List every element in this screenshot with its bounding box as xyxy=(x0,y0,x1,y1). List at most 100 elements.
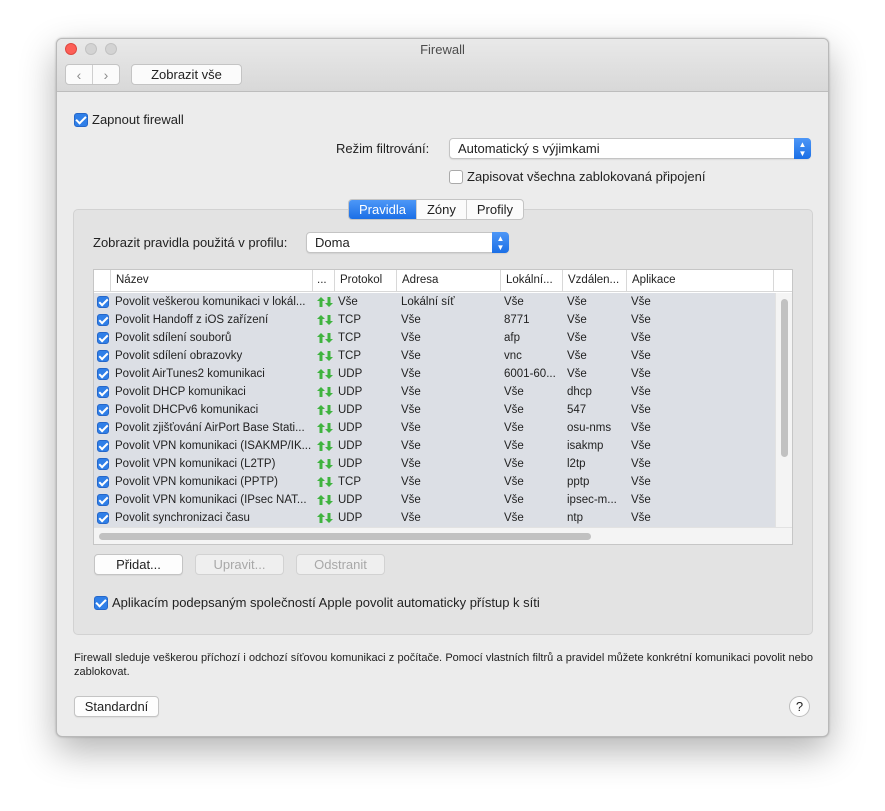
filter-mode-popup[interactable]: Automatický s výjimkami ▲ ▼ xyxy=(449,138,811,159)
enable-firewall-checkbox[interactable] xyxy=(74,113,88,127)
apple-signed-checkbox[interactable] xyxy=(94,596,108,610)
vertical-scrollbar[interactable] xyxy=(775,293,792,529)
rules-table: Název ... Protokol Adresa Lokální... Vzd… xyxy=(93,269,793,545)
show-all-button[interactable]: Zobrazit vše xyxy=(131,64,242,85)
log-blocked-checkbox[interactable] xyxy=(449,170,463,184)
rule-enabled-checkbox[interactable] xyxy=(97,314,109,326)
back-button[interactable]: ‹ xyxy=(66,65,93,84)
table-row[interactable]: Povolit Handoff z iOS zařízení TCP Vše 8771… xyxy=(94,311,776,329)
bidirectional-arrows-icon xyxy=(317,494,333,506)
table-row[interactable]: Povolit VPN komunikaci (PPTP) TCP Vše Vše pp… xyxy=(94,473,776,491)
filter-mode-value: Automatický s výjimkami xyxy=(458,141,600,156)
table-row[interactable]: Povolit synchronizaci času UDP Vše Vše ntp Vš… xyxy=(94,509,776,527)
rule-enabled-checkbox[interactable] xyxy=(97,332,109,344)
tab-rules[interactable]: Pravidla xyxy=(349,200,417,219)
column-header-application[interactable]: Aplikace xyxy=(626,270,773,292)
table-row[interactable]: Povolit VPN komunikaci (L2TP) UDP Vše Vše l2… xyxy=(94,455,776,473)
bidirectional-arrows-icon xyxy=(317,314,333,326)
cell-local: Vše xyxy=(504,422,524,434)
rule-enabled-checkbox[interactable] xyxy=(97,476,109,488)
cell-name: Povolit DHCP komunikaci xyxy=(115,386,246,398)
rule-enabled-checkbox[interactable] xyxy=(97,494,109,506)
table-header: Název ... Protokol Adresa Lokální... Vzd… xyxy=(94,270,792,292)
help-button[interactable]: ? xyxy=(789,696,810,717)
cell-local: Vše xyxy=(504,440,524,452)
cell-app: Vše xyxy=(631,350,651,362)
cell-name: Povolit DHCPv6 komunikaci xyxy=(115,404,259,416)
defaults-button[interactable]: Standardní xyxy=(74,696,159,717)
cell-remote: ntp xyxy=(567,512,583,524)
edit-rule-button[interactable]: Upravit... xyxy=(195,554,284,575)
cell-app: Vše xyxy=(631,368,651,380)
cell-name: Povolit zjišťování AirPort Base Stati... xyxy=(115,422,305,434)
column-header-address[interactable]: Adresa xyxy=(396,270,500,292)
log-blocked-label: Zapisovat všechna zablokovaná připojení xyxy=(467,169,706,184)
rule-enabled-checkbox[interactable] xyxy=(97,404,109,416)
cell-remote: dhcp xyxy=(567,386,592,398)
column-header-direction[interactable]: ... xyxy=(312,270,334,292)
cell-name: Povolit VPN komunikaci (IPsec NAT... xyxy=(115,494,307,506)
table-row[interactable]: Povolit zjišťování AirPort Base Stati...… xyxy=(94,419,776,437)
table-row[interactable]: Povolit sdílení souborů TCP Vše afp Vše Vše xyxy=(94,329,776,347)
cell-protocol: UDP xyxy=(338,404,363,416)
profile-popup[interactable]: Doma ▲ ▼ xyxy=(306,232,509,253)
cell-address: Vše xyxy=(401,422,421,434)
table-row[interactable]: Povolit sdílení obrazovky TCP Vše vnc Vše Vše xyxy=(94,347,776,365)
table-body: Povolit veškerou komunikaci v lokál... Vš… xyxy=(94,293,776,529)
cell-app: Vše xyxy=(631,440,651,452)
rule-enabled-checkbox[interactable] xyxy=(97,458,109,470)
table-row[interactable]: Povolit veškerou komunikaci v lokál... Vš… xyxy=(94,293,776,311)
cell-address: Vše xyxy=(401,512,421,524)
rule-enabled-checkbox[interactable] xyxy=(97,296,109,308)
chevron-left-icon: ‹ xyxy=(76,66,82,83)
column-header-remote[interactable]: Vzdálen... xyxy=(562,270,626,292)
bidirectional-arrows-icon xyxy=(317,458,333,470)
table-row[interactable]: Povolit VPN komunikaci (ISAKMP/IK... UDP V… xyxy=(94,437,776,455)
remove-rule-button[interactable]: Odstranit xyxy=(296,554,385,575)
cell-remote: isakmp xyxy=(567,440,604,452)
rule-enabled-checkbox[interactable] xyxy=(97,440,109,452)
cell-local: 8771 xyxy=(504,314,530,326)
tab-zones[interactable]: Zóny xyxy=(417,200,467,219)
column-header-protocol[interactable]: Protokol xyxy=(334,270,396,292)
table-row[interactable]: Povolit AirTunes2 komunikaci UDP Vše 6001-6… xyxy=(94,365,776,383)
cell-name: Povolit VPN komunikaci (PPTP) xyxy=(115,476,278,488)
bidirectional-arrows-icon xyxy=(317,512,333,524)
horizontal-scrollbar[interactable] xyxy=(94,527,792,544)
rule-enabled-checkbox[interactable] xyxy=(97,512,109,524)
cell-app: Vše xyxy=(631,332,651,344)
horizontal-scroll-thumb[interactable] xyxy=(99,533,591,540)
cell-app: Vše xyxy=(631,386,651,398)
cell-protocol: UDP xyxy=(338,368,363,380)
cell-local: vnc xyxy=(504,350,522,362)
cell-address: Vše xyxy=(401,314,421,326)
cell-address: Vše xyxy=(401,476,421,488)
tab-profiles[interactable]: Profily xyxy=(467,200,523,219)
cell-app: Vše xyxy=(631,458,651,470)
column-header-local[interactable]: Lokální... xyxy=(500,270,562,292)
cell-address: Vše xyxy=(401,494,421,506)
add-rule-button[interactable]: Přidat... xyxy=(94,554,183,575)
rule-enabled-checkbox[interactable] xyxy=(97,350,109,362)
cell-address: Vše xyxy=(401,350,421,362)
cell-name: Povolit veškerou komunikaci v lokál... xyxy=(115,296,306,308)
cell-address: Vše xyxy=(401,386,421,398)
rule-enabled-checkbox[interactable] xyxy=(97,422,109,434)
updown-arrow-icon: ▲ ▼ xyxy=(794,138,811,159)
column-header-name[interactable]: Název xyxy=(110,270,312,292)
cell-local: Vše xyxy=(504,404,524,416)
bidirectional-arrows-icon xyxy=(317,476,333,488)
cell-remote: Vše xyxy=(567,350,587,362)
forward-button[interactable]: › xyxy=(93,65,119,84)
cell-remote: Vše xyxy=(567,332,587,344)
rule-enabled-checkbox[interactable] xyxy=(97,368,109,380)
rule-enabled-checkbox[interactable] xyxy=(97,386,109,398)
tab-bar: Pravidla Zóny Profily xyxy=(348,199,524,220)
cell-protocol: TCP xyxy=(338,476,361,488)
cell-protocol: UDP xyxy=(338,440,363,452)
table-row[interactable]: Povolit DHCP komunikaci UDP Vše Vše dhcp Vše xyxy=(94,383,776,401)
vertical-scroll-thumb[interactable] xyxy=(781,299,788,457)
table-row[interactable]: Povolit VPN komunikaci (IPsec NAT... UDP V… xyxy=(94,491,776,509)
profile-value: Doma xyxy=(315,235,350,250)
table-row[interactable]: Povolit DHCPv6 komunikaci UDP Vše Vše 547 Vše xyxy=(94,401,776,419)
